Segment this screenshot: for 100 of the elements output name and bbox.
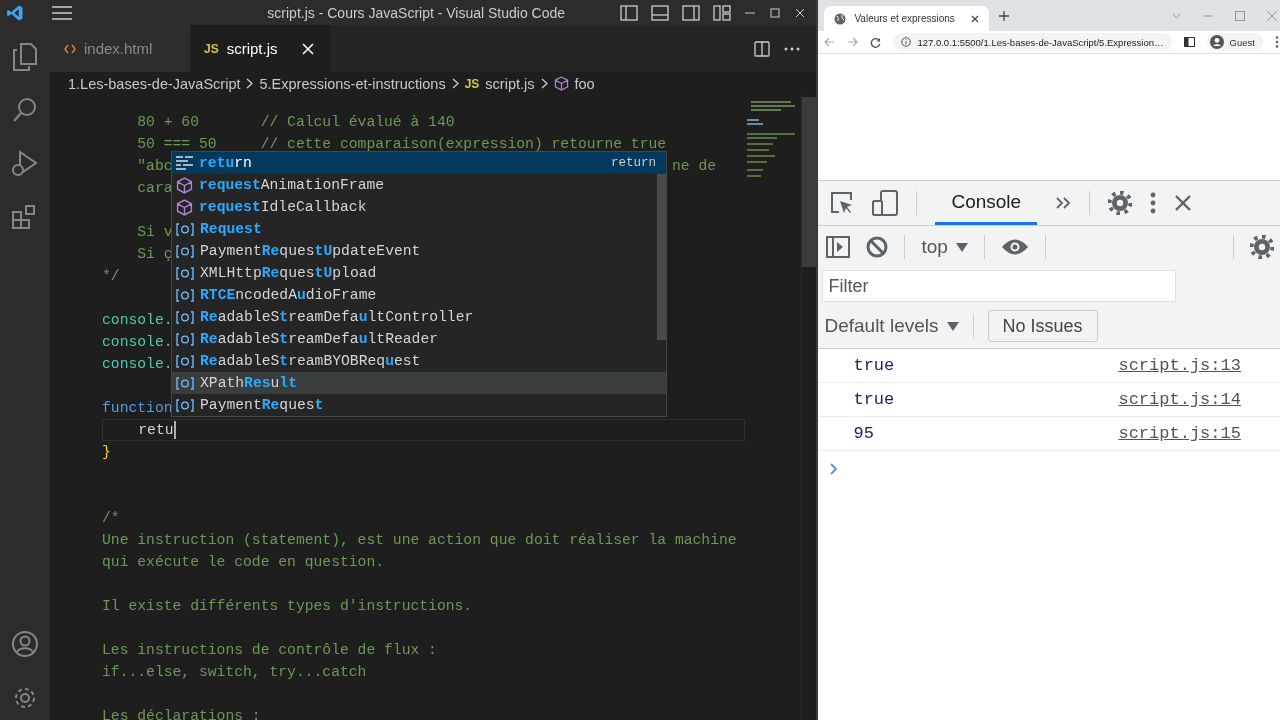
menu-icon[interactable] (52, 5, 72, 20)
suggestion-item[interactable]: RTCEncodedAudioFrame (172, 284, 666, 306)
search-icon[interactable] (12, 97, 38, 123)
scrollbar-thumb[interactable] (657, 174, 666, 340)
suggestion-item[interactable]: PaymentRequest (172, 394, 666, 416)
console-value: true (853, 390, 895, 409)
code-line: cara (136, 180, 173, 196)
suggestion-item[interactable]: Request (172, 218, 666, 240)
prompt-icon[interactable] (830, 463, 839, 475)
levels-dropdown[interactable]: Default levels (824, 315, 959, 337)
context-dropdown[interactable]: top (921, 236, 968, 258)
sidebar-toggle-icon[interactable] (826, 236, 851, 258)
profile-button[interactable]: Guest (1206, 33, 1263, 51)
suggestion-item[interactable]: ReadableStreamDefaultReader (172, 328, 666, 350)
cube-icon (176, 176, 193, 194)
code-line: Les déclarations : (102, 708, 261, 720)
suggestion-item[interactable]: requestIdleCallback (172, 196, 666, 218)
inspect-element-icon[interactable] (830, 191, 855, 215)
code-line: 80 + 60 // Calcul évalué à 140 (136, 114, 455, 130)
variable-icon (176, 310, 194, 324)
toggle-secondary-sidebar-icon[interactable] (682, 4, 701, 21)
maximize-icon[interactable] (769, 6, 782, 19)
source-link[interactable]: script.js:14 (1118, 390, 1241, 409)
filter-field[interactable]: Filter (822, 270, 1177, 302)
browser-tab[interactable]: Valeurs et expressions (824, 6, 990, 31)
code-line: */ (102, 268, 120, 284)
suggestion-item[interactable]: requestAnimationFrame (172, 174, 666, 196)
suggestion-item[interactable]: return return (172, 152, 666, 174)
code-brackets-icon (64, 43, 76, 54)
toggle-sidebar-icon[interactable] (620, 4, 639, 21)
scrollbar-thumb[interactable] (802, 97, 817, 267)
code-line: Les instructions de contrôle de flux : (102, 642, 437, 658)
address-bar[interactable]: 127.0.0.1:5500/1.Les-bases-de-JavaScript/5.Expression… (893, 33, 1172, 51)
files-icon[interactable] (12, 43, 38, 71)
globe-icon (834, 12, 847, 25)
variable-icon (176, 222, 194, 236)
more-tabs-icon[interactable] (1055, 196, 1072, 210)
code-line: console. (102, 334, 173, 350)
suggestion-detail: return (611, 156, 656, 170)
code-line: console. (102, 312, 173, 328)
code-line: Si v (136, 224, 173, 240)
chevron-icon (540, 78, 548, 89)
breadcrumb-item[interactable]: foo (574, 75, 595, 92)
suggestion-item[interactable]: PaymentRequestUpdateEvent (172, 240, 666, 262)
suggestion-item[interactable]: XMLHttpRequestUpload (172, 262, 666, 284)
new-tab-icon[interactable] (999, 10, 1010, 21)
issues-button[interactable]: No Issues (987, 310, 1098, 342)
close-tab-icon[interactable] (971, 14, 980, 23)
code-line: } (102, 444, 111, 460)
variable-icon (176, 398, 194, 412)
window-title: script.js - Cours JavaScript - Visual Studio Code (266, 4, 567, 21)
variable-icon (176, 266, 194, 280)
keyword-icon (176, 156, 193, 170)
breadcrumb-item[interactable]: 1.Les-bases-de-JavaScript (68, 75, 241, 92)
kebab-menu-icon[interactable] (1274, 36, 1279, 48)
suggestion-item[interactable]: XPathResult (172, 372, 666, 394)
code-line: qui exécute le code en question. (102, 554, 385, 570)
suggestion-item[interactable]: ReadableStreamDefaultController (172, 306, 666, 328)
avatar-icon (1209, 35, 1224, 49)
variable-icon (176, 332, 194, 346)
reload-icon[interactable] (870, 36, 882, 48)
close-icon[interactable] (794, 6, 807, 19)
close-icon[interactable] (1174, 194, 1193, 212)
console-value: 95 (853, 424, 874, 443)
chevron-icon (246, 78, 254, 89)
split-editor-icon[interactable] (754, 40, 771, 57)
breadcrumb-item[interactable]: 5.Expressions-et-instructions (259, 75, 446, 92)
code-line: if...else, switch, try...catch (102, 664, 367, 680)
code-line: Une instruction (statement), est une action que doit réaliser la machine (102, 532, 737, 548)
eye-icon[interactable] (1000, 238, 1029, 256)
code-line: Si ç (136, 246, 173, 262)
toggle-panel-icon[interactable] (651, 4, 670, 21)
js-label: JS (204, 41, 219, 56)
settings-icon[interactable] (1249, 235, 1274, 259)
code-line: retu (137, 422, 174, 438)
caret-icon (946, 321, 959, 331)
customize-layout-icon[interactable] (713, 4, 732, 21)
code-line: /* (102, 510, 120, 526)
source-link[interactable]: script.js:15 (1118, 424, 1241, 443)
settings-icon[interactable] (1108, 191, 1133, 215)
editor-tab[interactable]: JS script.js (190, 25, 330, 72)
js-label: JS (464, 76, 480, 91)
suggestion-item[interactable]: ReadableStreamBYOBRequest (172, 350, 666, 372)
variable-icon (176, 376, 194, 390)
code-line: 50 === 50 // cette comparaison(expression) retourne true (136, 136, 667, 152)
device-toolbar-icon[interactable] (872, 190, 899, 216)
cube-icon (176, 198, 193, 216)
more-actions-icon[interactable] (784, 46, 801, 51)
variable-icon (176, 244, 194, 258)
run-debug-icon[interactable] (11, 149, 39, 177)
source-link[interactable]: script.js:13 (1118, 356, 1241, 375)
side-panel-icon[interactable] (1183, 37, 1195, 47)
account-icon[interactable] (11, 630, 39, 658)
code-line: function (102, 400, 173, 416)
clear-console-icon[interactable] (866, 236, 889, 258)
breadcrumb-item[interactable]: script.js (485, 75, 535, 92)
editor-tab[interactable]: index.html (50, 25, 190, 72)
code-line: console. (102, 356, 173, 372)
kebab-menu-icon[interactable] (1150, 192, 1157, 214)
chevron-icon (451, 78, 459, 89)
